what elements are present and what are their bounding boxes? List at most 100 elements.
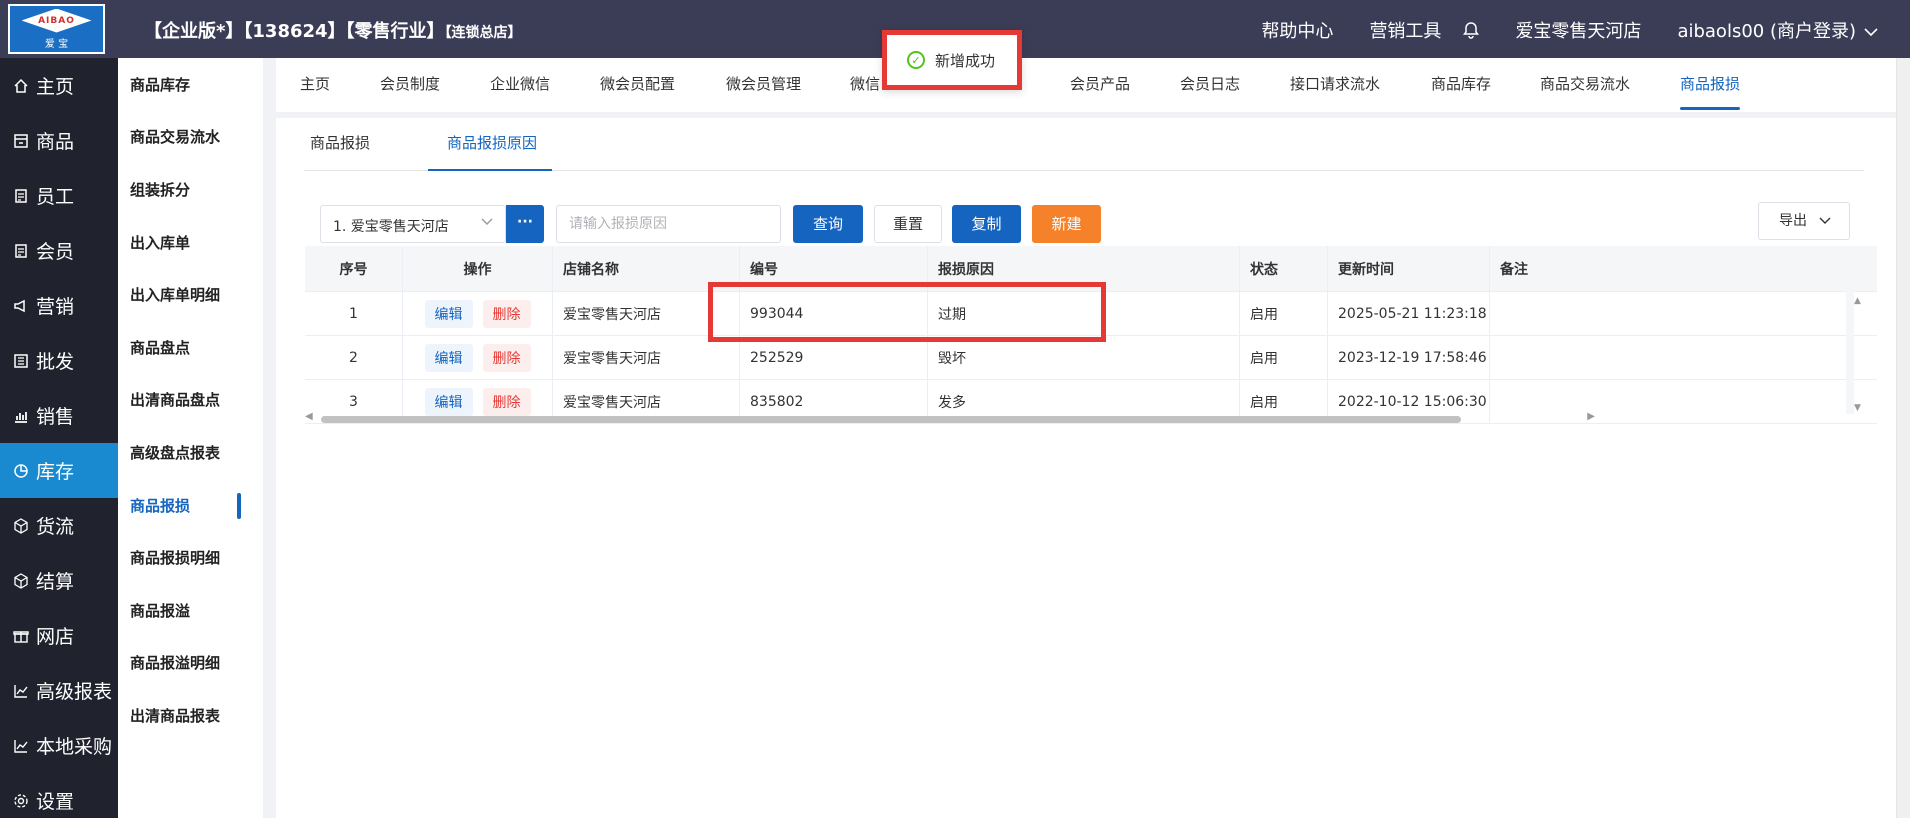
query-button[interactable]: 查询 <box>793 205 863 243</box>
nav-item-settings[interactable]: 设置 <box>0 773 118 818</box>
aibao-logo[interactable]: AIBAO 爱 宝 <box>8 4 105 54</box>
subnav-item-clearance-stocktake[interactable]: 出清商品盘点 <box>118 374 263 427</box>
tab-enterprise-wechat[interactable]: 企业微信 <box>490 58 550 112</box>
row-status: 启用 <box>1240 336 1328 379</box>
scroll-up-icon[interactable]: ▲ <box>1854 296 1861 306</box>
subtab-damage-reasons[interactable]: 商品报损原因 <box>447 132 537 164</box>
delete-button[interactable]: 删除 <box>482 343 531 372</box>
reset-button[interactable]: 重置 <box>874 205 942 243</box>
tab-micro-member-manage[interactable]: 微会员管理 <box>726 58 801 112</box>
subnav-item-assembly[interactable]: 组装拆分 <box>118 163 263 216</box>
subnav-item-transactions[interactable]: 商品交易流水 <box>118 111 263 164</box>
nav-label: 库存 <box>36 461 75 483</box>
nav-label: 主页 <box>36 76 75 98</box>
tab-home[interactable]: 主页 <box>300 58 330 112</box>
scroll-right-icon[interactable]: ▶ <box>1587 411 1595 422</box>
subnav-item-damage-details[interactable]: 商品报损明细 <box>118 531 263 584</box>
nav-item-goods[interactable]: 商品 <box>0 113 118 168</box>
nav-item-wholesale[interactable]: 批发 <box>0 333 118 388</box>
new-button[interactable]: 新建 <box>1032 205 1101 243</box>
horizontal-scrollbar[interactable]: ◀ ▶ <box>305 411 1595 424</box>
tab-damage-report[interactable]: 商品报损 <box>1670 58 1750 112</box>
subnav-item-damage-report[interactable]: 商品报损 <box>118 479 263 532</box>
nav-item-home[interactable]: 主页 <box>0 58 118 113</box>
store-picker-button[interactable]: ··· <box>506 205 544 243</box>
row-reason: 毁坏 <box>928 336 1240 379</box>
nav-item-inventory[interactable]: 库存 <box>0 443 118 498</box>
main-sidebar: 主页 商品 员工 会员 营销 批发 销售 库存 货流 结算 网店 高级报表 本地… <box>0 58 118 818</box>
home-icon <box>12 77 30 95</box>
nav-item-settlement[interactable]: 结算 <box>0 553 118 608</box>
export-label: 导出 <box>1779 213 1807 229</box>
scroll-down-icon[interactable]: ▼ <box>1854 403 1861 413</box>
store-select[interactable]: 1. 爱宝零售天河店 <box>320 205 506 243</box>
cube-icon <box>12 572 30 590</box>
tab-product-transactions[interactable]: 商品交易流水 <box>1540 58 1630 112</box>
tab-member-system[interactable]: 会员制度 <box>380 58 440 112</box>
table-row[interactable]: 2 编辑 删除 爱宝零售天河店 252529 毁坏 启用 2023-12-19 1… <box>305 336 1877 380</box>
logo-diamond: AIBAO <box>21 8 92 33</box>
header-status: 状态 <box>1240 246 1328 291</box>
tab-wechat[interactable]: 微信 <box>850 58 880 112</box>
subnav-item-clearance-report[interactable]: 出清商品报表 <box>118 689 263 742</box>
row-note <box>1490 336 1850 379</box>
logo-text: AIBAO <box>38 15 75 26</box>
edit-button[interactable]: 编辑 <box>424 343 473 372</box>
export-button[interactable]: 导出 <box>1758 202 1850 240</box>
goods-icon <box>12 132 30 150</box>
subtab-active-indicator <box>428 169 552 171</box>
top-right-menu: 帮助中心 营销工具 爱宝零售天河店 aibaols00 (商户登录) <box>1225 17 1878 43</box>
subnav-item-overflow-details[interactable]: 商品报溢明细 <box>118 637 263 690</box>
gift-icon <box>12 627 30 645</box>
scroll-left-icon[interactable]: ◀ <box>305 411 313 422</box>
subnav-item-in-out-details[interactable]: 出入库单明细 <box>118 268 263 321</box>
nav-item-webshop[interactable]: 网店 <box>0 608 118 663</box>
subnav-item-in-out-orders[interactable]: 出入库单 <box>118 216 263 269</box>
tab-micro-member-config[interactable]: 微会员配置 <box>600 58 675 112</box>
copy-button[interactable]: 复制 <box>952 205 1021 243</box>
subnav-item-stocktake[interactable]: 商品盘点 <box>118 321 263 374</box>
delete-button[interactable]: 删除 <box>482 387 531 416</box>
chart-icon <box>12 407 30 425</box>
vertical-scrollbar[interactable] <box>1846 246 1854 414</box>
edit-button[interactable]: 编辑 <box>424 299 473 328</box>
current-store-name[interactable]: 爱宝零售天河店 <box>1515 17 1641 43</box>
tab-product-stock[interactable]: 商品库存 <box>1431 58 1491 112</box>
edit-button[interactable]: 编辑 <box>424 387 473 416</box>
bell-icon[interactable] <box>1463 21 1480 39</box>
tab-api-request-log[interactable]: 接口请求流水 <box>1290 58 1380 112</box>
row-updated: 2023-12-19 17:58:46 <box>1328 336 1490 379</box>
nav-item-local-purchase[interactable]: 本地采购 <box>0 718 118 773</box>
nav-item-logistics[interactable]: 货流 <box>0 498 118 553</box>
subtab-damage-report[interactable]: 商品报损 <box>310 132 370 164</box>
toast-message: 新增成功 <box>935 51 996 70</box>
cube-icon <box>12 517 30 535</box>
nav-item-advanced-reports[interactable]: 高级报表 <box>0 663 118 718</box>
tab-member-log[interactable]: 会员日志 <box>1180 58 1240 112</box>
account-title: 【企业版*】【138624】【零售行业】【连锁总店】 <box>144 17 522 43</box>
nav-item-member[interactable]: 会员 <box>0 223 118 278</box>
page-scrollbar[interactable] <box>1896 58 1910 818</box>
member-icon <box>12 242 30 260</box>
scrollbar-thumb[interactable] <box>321 416 1461 423</box>
nav-item-marketing[interactable]: 营销 <box>0 278 118 333</box>
user-menu[interactable]: aibaols00 (商户登录) <box>1677 17 1878 43</box>
reason-search-input[interactable] <box>556 205 781 243</box>
pie-icon <box>12 462 30 480</box>
header-index: 序号 <box>305 246 403 291</box>
highlight-box <box>708 282 1106 342</box>
help-center-link[interactable]: 帮助中心 <box>1261 17 1333 43</box>
subnav-item-stock[interactable]: 商品库存 <box>118 58 263 111</box>
nav-item-sales[interactable]: 销售 <box>0 388 118 443</box>
subnav-item-overflow-report[interactable]: 商品报溢 <box>118 584 263 637</box>
delete-button[interactable]: 删除 <box>482 299 531 328</box>
wholesale-icon <box>12 352 30 370</box>
nav-item-staff[interactable]: 员工 <box>0 168 118 223</box>
store-select-value: 1. 爱宝零售天河店 <box>333 219 449 235</box>
tab-member-products[interactable]: 会员产品 <box>1070 58 1130 112</box>
marketing-tools-link[interactable]: 营销工具 <box>1369 17 1441 43</box>
subnav-item-advanced-stocktake-report[interactable]: 高级盘点报表 <box>118 426 263 479</box>
user-name: aibaols00 (商户登录) <box>1677 21 1856 42</box>
nav-label: 批发 <box>36 351 75 373</box>
logo-cn-text: 爱 宝 <box>44 38 69 50</box>
